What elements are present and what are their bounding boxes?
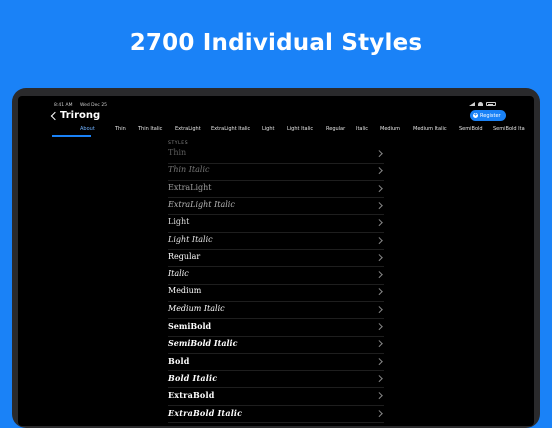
tab-item[interactable]: Light (262, 126, 274, 133)
style-row[interactable]: Medium (166, 284, 384, 302)
chevron-right-icon (376, 357, 383, 365)
tab-item[interactable]: Thin (115, 126, 126, 133)
tab-item[interactable]: About (80, 126, 95, 133)
style-row-label: ExtraLight Italic (168, 199, 235, 209)
style-row[interactable]: Bold Italic (166, 371, 384, 388)
style-row[interactable]: Thin Italic (166, 163, 384, 181)
chevron-right-icon (376, 253, 383, 261)
tab-underline (52, 135, 91, 137)
chevron-right-icon (376, 184, 383, 192)
chevron-left-icon (50, 111, 60, 121)
chevron-right-icon (376, 323, 383, 330)
wifi-icon (478, 102, 483, 106)
headline: 2700 Individual Styles (129, 30, 423, 56)
chevron-right-icon (376, 288, 383, 295)
style-row-label: Medium (168, 286, 202, 296)
chevron-right-icon (376, 392, 383, 399)
status-bar: 8:41 AM Wed Dec 25 (54, 103, 113, 108)
style-row-label: SemiBold Italic (168, 338, 238, 349)
style-row[interactable]: ExtraBold Italic (166, 406, 384, 423)
style-row[interactable]: ExtraLight (166, 181, 384, 198)
battery-icon (486, 102, 496, 106)
register-label: Register (480, 112, 501, 119)
app-screen: 8:41 AM Wed Dec 25 Trirong + Register Ab… (18, 96, 534, 426)
tab-item[interactable]: Light Italic (287, 126, 313, 133)
tab-item[interactable]: Italic (356, 126, 368, 133)
style-row[interactable]: Light (166, 215, 384, 233)
style-row-label: Medium Italic (168, 303, 225, 313)
chevron-right-icon (376, 305, 383, 313)
nav-title: Trirong (60, 110, 101, 121)
chevron-right-icon (376, 340, 383, 347)
signal-icon (469, 102, 475, 106)
style-row[interactable]: Italic (166, 267, 384, 285)
style-row[interactable]: Bold (166, 354, 384, 371)
style-row-label: ExtraBold (168, 390, 215, 401)
style-row[interactable]: Regular (166, 250, 384, 267)
style-row[interactable]: ExtraLight Italic (166, 198, 384, 215)
tab-item[interactable]: SemiBold (459, 126, 483, 133)
status-date: Wed Dec 25 (79, 103, 108, 108)
tab-item[interactable]: Medium Italic (413, 126, 447, 133)
chevron-right-icon (376, 409, 383, 416)
style-row-label: Thin (168, 148, 187, 157)
style-row-label: Thin Italic (168, 165, 210, 175)
tab-item[interactable]: Medium (380, 126, 400, 133)
style-row-label: Bold Italic (168, 372, 218, 383)
style-row-label: Regular (168, 251, 201, 261)
chevron-right-icon (376, 236, 383, 243)
style-row[interactable]: ExtraBold (166, 388, 384, 406)
tab-item[interactable]: Thin Italic (138, 126, 162, 133)
style-row-label: Bold (168, 355, 190, 366)
chevron-right-icon (376, 150, 383, 157)
chevron-right-icon (376, 201, 383, 209)
style-row-label: Light (168, 217, 190, 227)
style-row-label: ExtraLight (168, 182, 212, 192)
style-row[interactable]: Light Italic (166, 233, 384, 250)
chevron-right-icon (376, 219, 383, 226)
chevron-right-icon (376, 271, 383, 278)
row-divider (168, 422, 384, 423)
style-row-label: SemiBold (168, 321, 212, 331)
style-row[interactable]: Medium Italic (166, 302, 384, 319)
tab-item[interactable]: ExtraLight (175, 126, 201, 133)
chevron-right-icon (376, 374, 383, 382)
style-row-label: Light Italic (168, 234, 213, 244)
style-row-label: ExtraBold Italic (168, 407, 243, 418)
chevron-right-icon (376, 167, 383, 174)
style-row[interactable]: SemiBold (166, 319, 384, 336)
status-icons (469, 102, 496, 106)
style-row[interactable]: Thin (166, 146, 384, 163)
style-row-label: Italic (168, 269, 189, 279)
back-button[interactable]: Trirong (50, 110, 101, 121)
tab-item[interactable]: Regular (326, 126, 345, 133)
tab-item[interactable]: SemiBold Ita (493, 126, 525, 133)
plus-icon: + (473, 112, 478, 118)
status-time: 8:41 AM (54, 103, 73, 108)
style-row[interactable]: SemiBold Italic (166, 336, 384, 354)
register-button[interactable]: + Register (470, 110, 506, 121)
tab-item[interactable]: ExtraLight Italic (211, 126, 250, 133)
